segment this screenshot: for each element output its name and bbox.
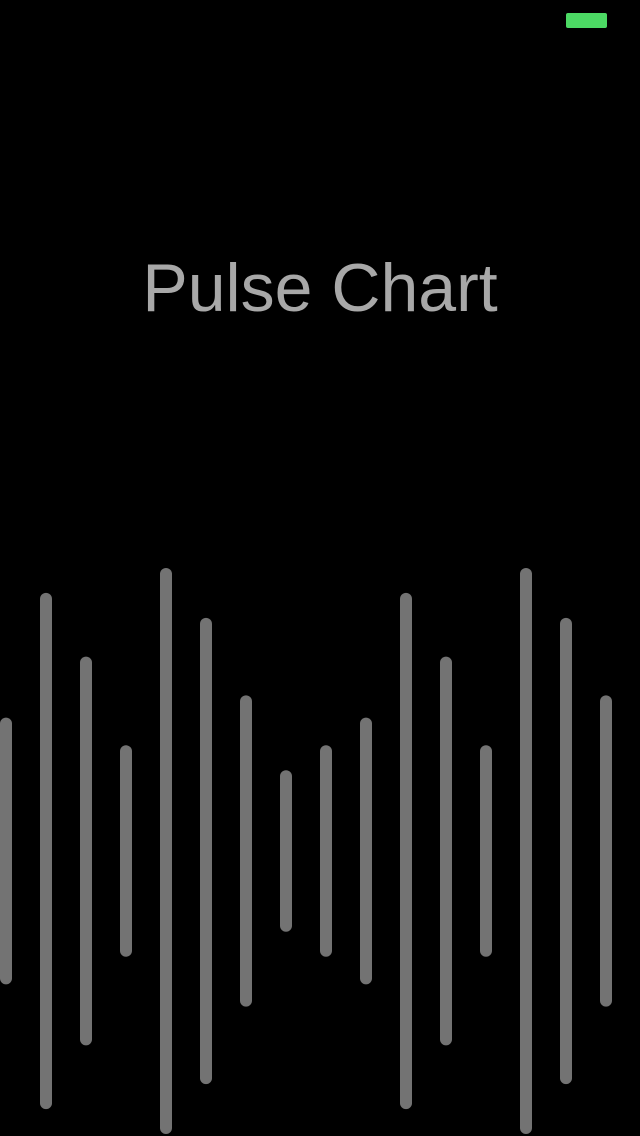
pulse-chart <box>0 568 612 1134</box>
pulse-bars <box>0 568 612 1134</box>
